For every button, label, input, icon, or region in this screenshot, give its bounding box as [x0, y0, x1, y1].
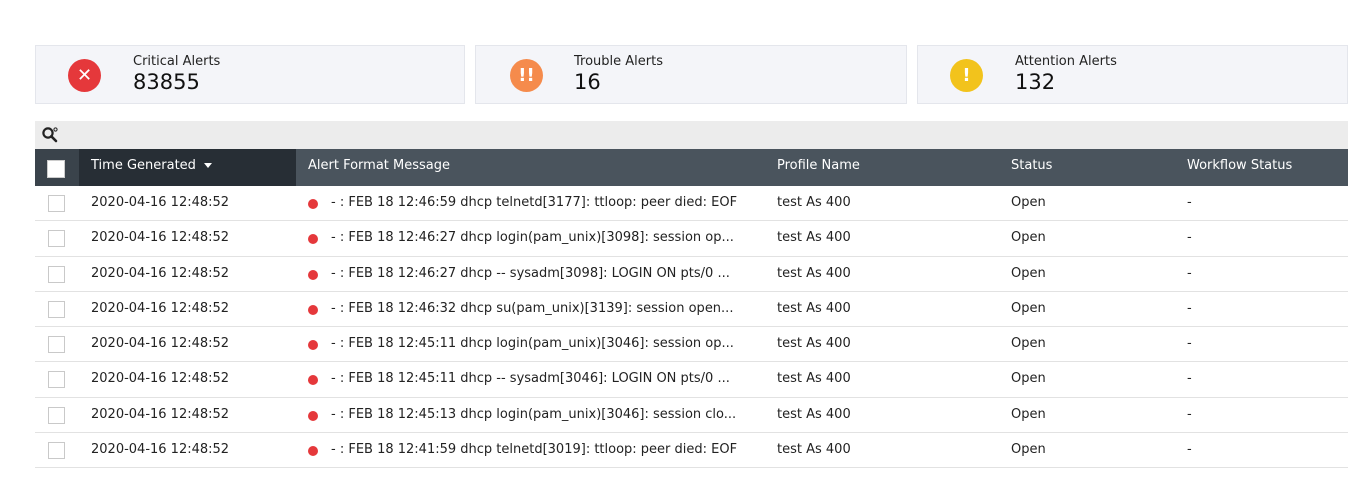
- status-cell: Open: [1011, 230, 1046, 246]
- workflow-status-cell: -: [1187, 406, 1192, 422]
- exclamation-icon: !: [950, 59, 983, 92]
- critical-severity-dot-icon: [308, 304, 318, 315]
- alert-message-cell[interactable]: - : FEB 18 12:45:13 dhcp login(pam_unix)…: [331, 398, 736, 432]
- alert-summary-cards: ✕ Critical Alerts 83855 !! Trouble Alert…: [35, 45, 1348, 104]
- time-generated-cell: 2020-04-16 12:48:52: [91, 371, 230, 387]
- time-generated-cell: 2020-04-16 12:48:52: [91, 265, 230, 281]
- sort-descending-icon: [203, 163, 212, 168]
- workflow-status-cell: -: [1187, 265, 1192, 281]
- status-cell: Open: [1011, 442, 1046, 458]
- column-header-alert-message[interactable]: Alert Format Message: [308, 149, 450, 186]
- profile-name-cell: test As 400: [777, 230, 851, 246]
- time-generated-cell: 2020-04-16 12:48:52: [91, 300, 230, 316]
- double-exclamation-icon: !!: [510, 59, 543, 92]
- time-generated-cell: 2020-04-16 12:48:52: [91, 195, 230, 210]
- row-checkbox[interactable]: [48, 230, 65, 248]
- row-checkbox[interactable]: [48, 265, 65, 283]
- column-header-time-label: Time Generated: [91, 158, 196, 173]
- row-checkbox[interactable]: [48, 371, 65, 389]
- status-cell: Open: [1011, 300, 1046, 316]
- column-header-status[interactable]: Status: [1011, 149, 1052, 186]
- table-row[interactable]: 2020-04-16 12:48:52 - : FEB 18 12:41:59 …: [35, 433, 1348, 469]
- attention-alerts-card[interactable]: ! Attention Alerts 132: [917, 45, 1348, 104]
- critical-severity-dot-icon: [308, 410, 318, 421]
- alert-message-cell[interactable]: - : FEB 18 12:41:59 dhcp telnetd[3019]: …: [331, 433, 737, 467]
- table-row[interactable]: 2020-04-16 12:48:52 - : FEB 18 12:45:13 …: [35, 398, 1348, 434]
- alert-message-cell[interactable]: - : FEB 18 12:46:27 dhcp login(pam_unix)…: [331, 221, 734, 255]
- critical-severity-dot-icon: [308, 375, 318, 386]
- attention-alerts-label: Attention Alerts: [1015, 54, 1117, 69]
- column-header-time-generated[interactable]: Time Generated: [79, 149, 296, 186]
- table-row[interactable]: 2020-04-16 12:48:52 - : FEB 18 12:46:27 …: [35, 221, 1348, 257]
- profile-name-cell: test As 400: [777, 195, 851, 210]
- profile-name-cell: test As 400: [777, 406, 851, 422]
- attention-alerts-count: 132: [1015, 70, 1056, 94]
- row-checkbox[interactable]: [48, 300, 65, 318]
- status-cell: Open: [1011, 371, 1046, 387]
- alert-message-cell[interactable]: - : FEB 18 12:45:11 dhcp -- sysadm[3046]…: [331, 362, 730, 396]
- table-row[interactable]: 2020-04-16 12:48:52 - : FEB 18 12:46:32 …: [35, 292, 1348, 328]
- column-header-workflow-status[interactable]: Workflow Status: [1187, 149, 1292, 186]
- table-header: Time Generated Alert Format Message Prof…: [35, 149, 1348, 186]
- select-all-checkbox[interactable]: [47, 160, 65, 178]
- row-checkbox[interactable]: [48, 442, 65, 460]
- table-row[interactable]: 2020-04-16 12:48:52 - : FEB 18 12:46:59 …: [35, 186, 1348, 222]
- table-row[interactable]: 2020-04-16 12:48:52 - : FEB 18 12:46:27 …: [35, 257, 1348, 292]
- alert-message-cell[interactable]: - : FEB 18 12:46:32 dhcp su(pam_unix)[31…: [331, 292, 733, 326]
- row-checkbox[interactable]: [48, 195, 65, 212]
- x-circle-icon: ✕: [68, 59, 101, 92]
- row-checkbox[interactable]: [48, 406, 65, 424]
- critical-alerts-count: 83855: [133, 70, 200, 94]
- alert-message-cell[interactable]: - : FEB 18 12:45:11 dhcp login(pam_unix)…: [331, 327, 734, 361]
- trouble-alerts-count: 16: [574, 70, 601, 94]
- profile-name-cell: test As 400: [777, 265, 851, 281]
- status-cell: Open: [1011, 265, 1046, 281]
- status-cell: Open: [1011, 195, 1046, 210]
- table-row[interactable]: 2020-04-16 12:48:52 - : FEB 18 12:45:11 …: [35, 327, 1348, 363]
- time-generated-cell: 2020-04-16 12:48:52: [91, 442, 230, 458]
- profile-name-cell: test As 400: [777, 371, 851, 387]
- time-generated-cell: 2020-04-16 12:48:52: [91, 406, 230, 422]
- status-cell: Open: [1011, 336, 1046, 352]
- profile-name-cell: test As 400: [777, 336, 851, 352]
- critical-alerts-label: Critical Alerts: [133, 54, 221, 69]
- trouble-alerts-card[interactable]: !! Trouble Alerts 16: [475, 45, 907, 104]
- workflow-status-cell: -: [1187, 336, 1192, 352]
- critical-severity-dot-icon: [308, 340, 318, 351]
- search-icon[interactable]: [41, 126, 59, 144]
- trouble-alerts-label: Trouble Alerts: [574, 54, 663, 69]
- critical-severity-dot-icon: [308, 446, 318, 457]
- column-header-profile-name[interactable]: Profile Name: [777, 149, 860, 186]
- profile-name-cell: test As 400: [777, 442, 851, 458]
- workflow-status-cell: -: [1187, 300, 1192, 316]
- select-all-cell: [35, 149, 79, 186]
- critical-severity-dot-icon: [308, 199, 318, 209]
- workflow-status-cell: -: [1187, 195, 1192, 210]
- time-generated-cell: 2020-04-16 12:48:52: [91, 230, 230, 246]
- workflow-status-cell: -: [1187, 442, 1192, 458]
- critical-severity-dot-icon: [308, 234, 318, 245]
- critical-severity-dot-icon: [308, 269, 318, 280]
- time-generated-cell: 2020-04-16 12:48:52: [91, 336, 230, 352]
- workflow-status-cell: -: [1187, 371, 1192, 387]
- alert-message-cell[interactable]: - : FEB 18 12:46:27 dhcp -- sysadm[3098]…: [331, 257, 730, 291]
- table-row[interactable]: 2020-04-16 12:48:52 - : FEB 18 12:45:11 …: [35, 362, 1348, 398]
- critical-alerts-card[interactable]: ✕ Critical Alerts 83855: [35, 45, 465, 104]
- row-checkbox[interactable]: [48, 336, 65, 354]
- status-cell: Open: [1011, 406, 1046, 422]
- alerts-table-body: 2020-04-16 12:48:52 - : FEB 18 12:46:59 …: [35, 186, 1348, 469]
- profile-name-cell: test As 400: [777, 300, 851, 316]
- table-toolbar: [35, 121, 1348, 149]
- alert-message-cell[interactable]: - : FEB 18 12:46:59 dhcp telnetd[3177]: …: [331, 186, 737, 220]
- workflow-status-cell: -: [1187, 230, 1192, 246]
